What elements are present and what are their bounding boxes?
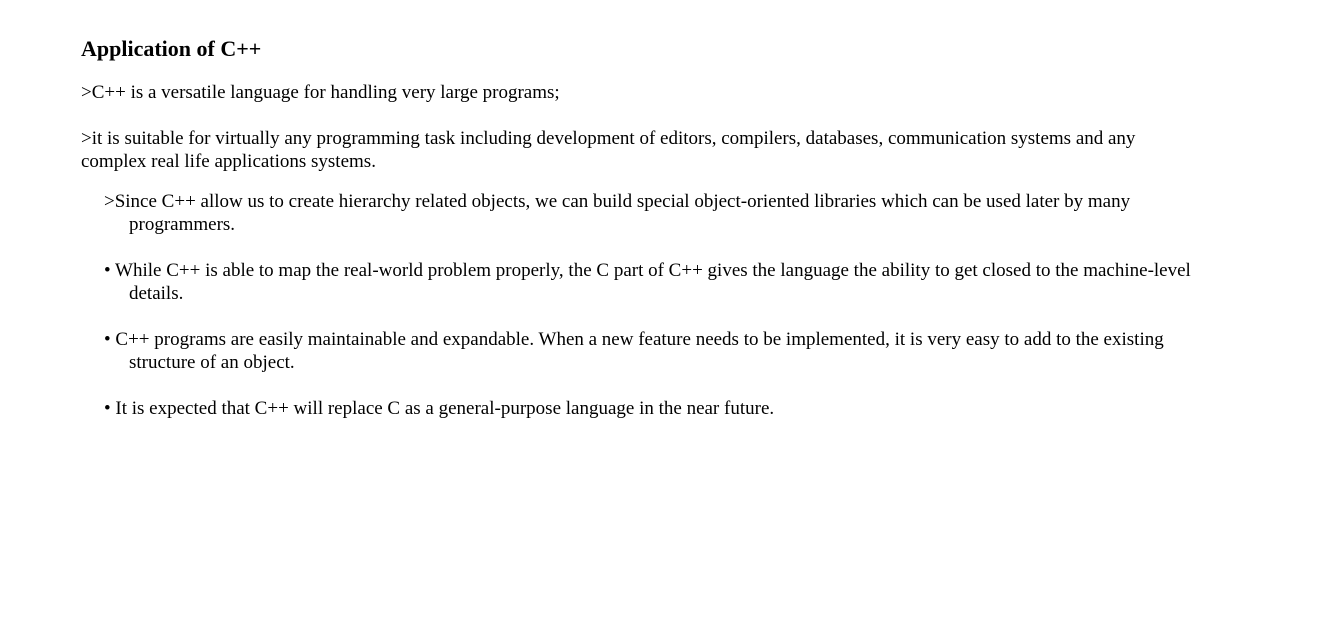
list-item: • It is expected that C++ will replace C… [104, 398, 775, 419]
paragraph-versatile: >C++ is a versatile language for handlin… [81, 82, 560, 103]
list-item: >Since C++ allow us to create hierarchy … [104, 191, 1131, 235]
page-title: Application of C++ [81, 36, 262, 61]
list-item: • C++ programs are easily maintainable a… [104, 329, 1164, 373]
paragraph-suitable: >it is suitable for virtually any progra… [81, 128, 1136, 172]
list-item: • While C++ is able to map the real-worl… [104, 260, 1191, 304]
